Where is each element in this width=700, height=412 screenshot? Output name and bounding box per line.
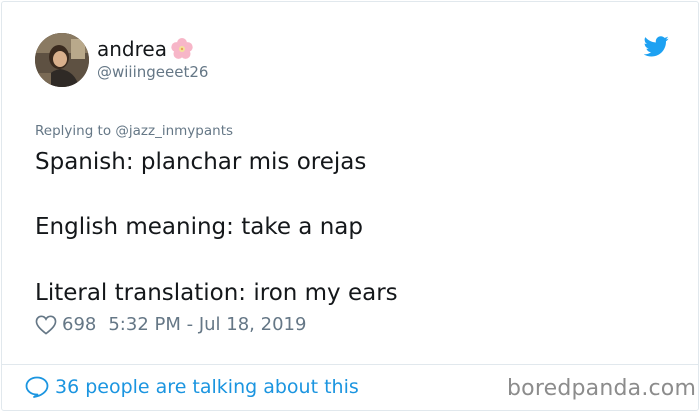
- user-handle[interactable]: @wiiingeeet26: [97, 63, 208, 81]
- tweet-meta: 698 5:32 PM - Jul 18, 2019: [35, 314, 306, 335]
- like-count: 698: [62, 314, 97, 335]
- twitter-bird-icon[interactable]: [644, 36, 669, 57]
- tweet-line-2: English meaning: take a nap: [35, 214, 363, 240]
- tweet-timestamp[interactable]: 5:32 PM - Jul 18, 2019: [108, 314, 306, 335]
- display-name[interactable]: andrea: [97, 37, 198, 61]
- avatar[interactable]: [35, 33, 89, 87]
- replying-to[interactable]: Replying to @jazz_inmypants: [35, 123, 233, 139]
- conversation-link[interactable]: 36 people are talking about this: [25, 376, 359, 398]
- speech-bubble-icon: [25, 376, 49, 398]
- tweet-line-3: Literal translation: iron my ears: [35, 280, 398, 306]
- cherry-blossom-emoji: [171, 38, 193, 59]
- tweet-card: andrea @wiiingeeet26 Replying to @jazz_i…: [1, 1, 699, 411]
- conversation-text: 36 people are talking about this: [55, 376, 359, 398]
- heart-icon[interactable]: [35, 315, 57, 335]
- divider: [2, 364, 698, 365]
- tweet-line-1: Spanish: planchar mis orejas: [35, 149, 367, 175]
- watermark: boredpanda.com: [507, 376, 697, 401]
